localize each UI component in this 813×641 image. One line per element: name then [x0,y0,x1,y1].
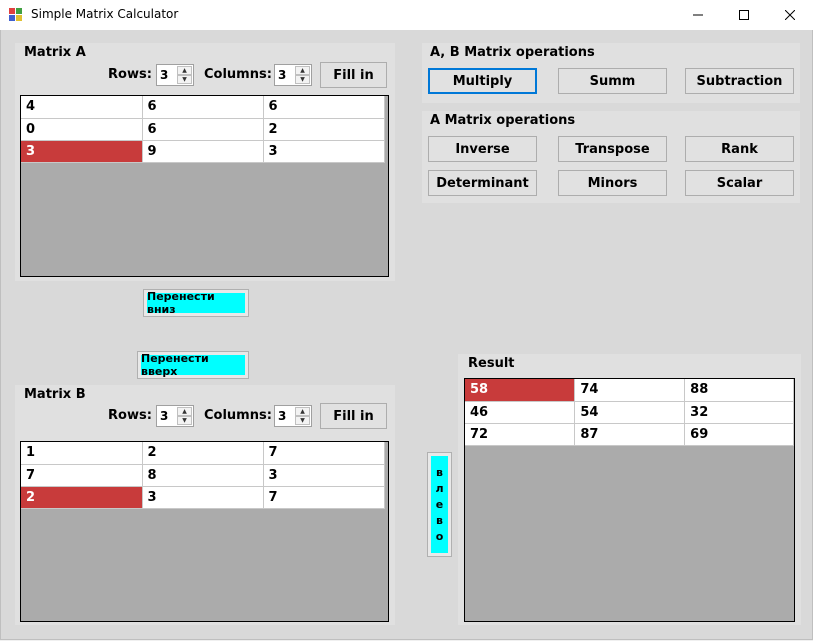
table-row: 58 74 88 [465,379,794,402]
table-row: 4 6 6 [21,96,385,119]
table-row: 7 8 3 [21,464,385,487]
spin-up-icon[interactable]: ▲ [177,407,192,416]
matrix-a-grid[interactable]: 4 6 6 0 6 2 3 9 3 [20,95,389,277]
multiply-button[interactable]: Multiply [428,68,537,94]
move-left-letter: о [435,529,444,543]
matrix-a-cell[interactable]: 0 [21,118,143,141]
table-row: 3 9 3 [21,140,385,163]
move-up-button[interactable]: Перенести вверх [137,351,249,379]
table-row: 46 54 32 [465,401,794,424]
summ-button[interactable]: Summ [558,68,667,94]
result-cell[interactable]: 72 [465,423,576,446]
matrix-b-selected-cell[interactable]: 2 [21,486,143,509]
matrix-a-rows-value: 3 [160,68,169,82]
result-cell[interactable]: 88 [684,379,794,402]
matrix-a-columns-label: Columns: [204,67,272,82]
matrix-b-columns-label: Columns: [204,408,272,423]
transpose-button[interactable]: Transpose [558,136,667,162]
table-row: 2 3 7 [21,486,385,509]
matrix-a-cell[interactable]: 6 [263,96,385,119]
matrix-b-cell[interactable]: 2 [142,442,264,465]
minors-button[interactable]: Minors [558,170,667,196]
matrix-a-selected-cell[interactable]: 3 [21,140,143,163]
matrix-b-cell[interactable]: 7 [263,486,385,509]
result-grid[interactable]: 58 74 88 46 54 32 72 87 69 [464,378,795,622]
maximize-button[interactable] [721,0,767,30]
matrix-a-fill-button[interactable]: Fill in [320,62,387,88]
matrix-b-cell[interactable]: 3 [142,486,264,509]
spin-up-icon[interactable]: ▲ [295,407,310,416]
ab-operations-title: A, B Matrix operations [430,45,595,60]
result-cell[interactable]: 69 [684,423,794,446]
inverse-button[interactable]: Inverse [428,136,537,162]
matrix-b-rows-label: Rows: [108,408,152,423]
window-title: Simple Matrix Calculator [31,7,179,21]
scalar-button[interactable]: Scalar [685,170,794,196]
matrix-b-title: Matrix B [24,387,86,402]
spin-down-icon[interactable]: ▼ [295,75,310,84]
matrix-a-rows-label: Rows: [108,67,152,82]
minimize-button[interactable] [675,0,721,30]
matrix-a-columns-value: 3 [278,68,287,82]
matrix-b-cell[interactable]: 8 [142,464,264,487]
matrix-b-cell[interactable]: 1 [21,442,143,465]
spin-up-icon[interactable]: ▲ [295,66,310,75]
determinant-button[interactable]: Determinant [428,170,537,196]
move-left-letter: в [436,465,443,479]
subtraction-button[interactable]: Subtraction [685,68,794,94]
matrix-b-columns-stepper[interactable]: 3 ▲ ▼ [274,405,312,427]
matrix-b-rows-stepper[interactable]: 3 ▲ ▼ [156,405,194,427]
spin-down-icon[interactable]: ▼ [177,75,192,84]
move-down-button[interactable]: Перенести вниз [143,289,249,317]
matrix-a-title: Matrix A [24,45,86,60]
spin-up-icon[interactable]: ▲ [177,66,192,75]
spin-down-icon[interactable]: ▼ [177,416,192,425]
matrix-b-cell[interactable]: 3 [263,464,385,487]
rank-button[interactable]: Rank [685,136,794,162]
move-left-button[interactable]: в л е в о [427,452,452,557]
maximize-icon [739,10,749,20]
matrix-a-cell[interactable]: 3 [263,140,385,163]
a-operations-title: A Matrix operations [430,113,576,128]
app-icon [9,8,22,21]
table-row: 1 2 7 [21,442,385,465]
matrix-b-cell[interactable]: 7 [21,464,143,487]
matrix-b-fill-button[interactable]: Fill in [320,403,387,429]
result-selected-cell[interactable]: 58 [465,379,576,402]
move-left-letter: в [436,513,443,527]
result-cell[interactable]: 32 [684,401,794,424]
matrix-b-columns-value: 3 [278,409,287,423]
move-left-letter: л [435,481,444,495]
result-cell[interactable]: 46 [465,401,576,424]
spin-down-icon[interactable]: ▼ [295,416,310,425]
matrix-a-cell[interactable]: 6 [142,96,264,119]
matrix-a-cell[interactable]: 2 [263,118,385,141]
result-cell[interactable]: 87 [574,423,686,446]
matrix-b-cell[interactable]: 7 [263,442,385,465]
close-button[interactable] [767,0,813,30]
result-cell[interactable]: 54 [574,401,686,424]
matrix-a-cell[interactable]: 9 [142,140,264,163]
minimize-icon [693,14,703,16]
matrix-a-cell[interactable]: 4 [21,96,143,119]
title-bar: Simple Matrix Calculator [0,0,813,30]
result-cell[interactable]: 74 [574,379,686,402]
table-row: 72 87 69 [465,423,794,446]
close-icon [785,10,795,20]
matrix-a-rows-stepper[interactable]: 3 ▲ ▼ [156,64,194,86]
table-row: 0 6 2 [21,118,385,141]
matrix-b-rows-value: 3 [160,409,169,423]
matrix-a-columns-stepper[interactable]: 3 ▲ ▼ [274,64,312,86]
move-left-letter: е [435,497,444,511]
result-title: Result [468,356,515,371]
matrix-a-cell[interactable]: 6 [142,118,264,141]
matrix-b-grid[interactable]: 1 2 7 7 8 3 2 3 7 [20,441,389,622]
